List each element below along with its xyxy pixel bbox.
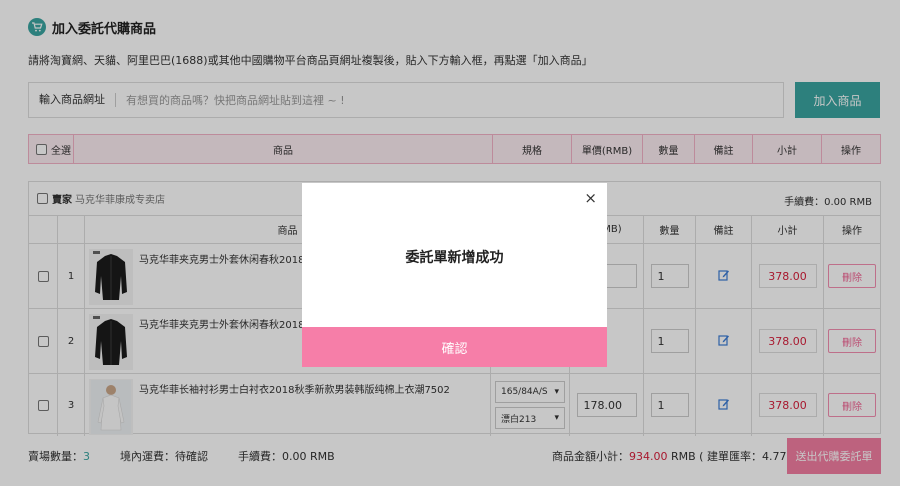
confirm-button[interactable]: 確認 xyxy=(302,327,607,367)
close-icon[interactable]: × xyxy=(584,188,597,208)
modal-message: 委託單新增成功 xyxy=(405,250,504,266)
success-modal: × 委託單新增成功 確認 xyxy=(302,183,607,367)
